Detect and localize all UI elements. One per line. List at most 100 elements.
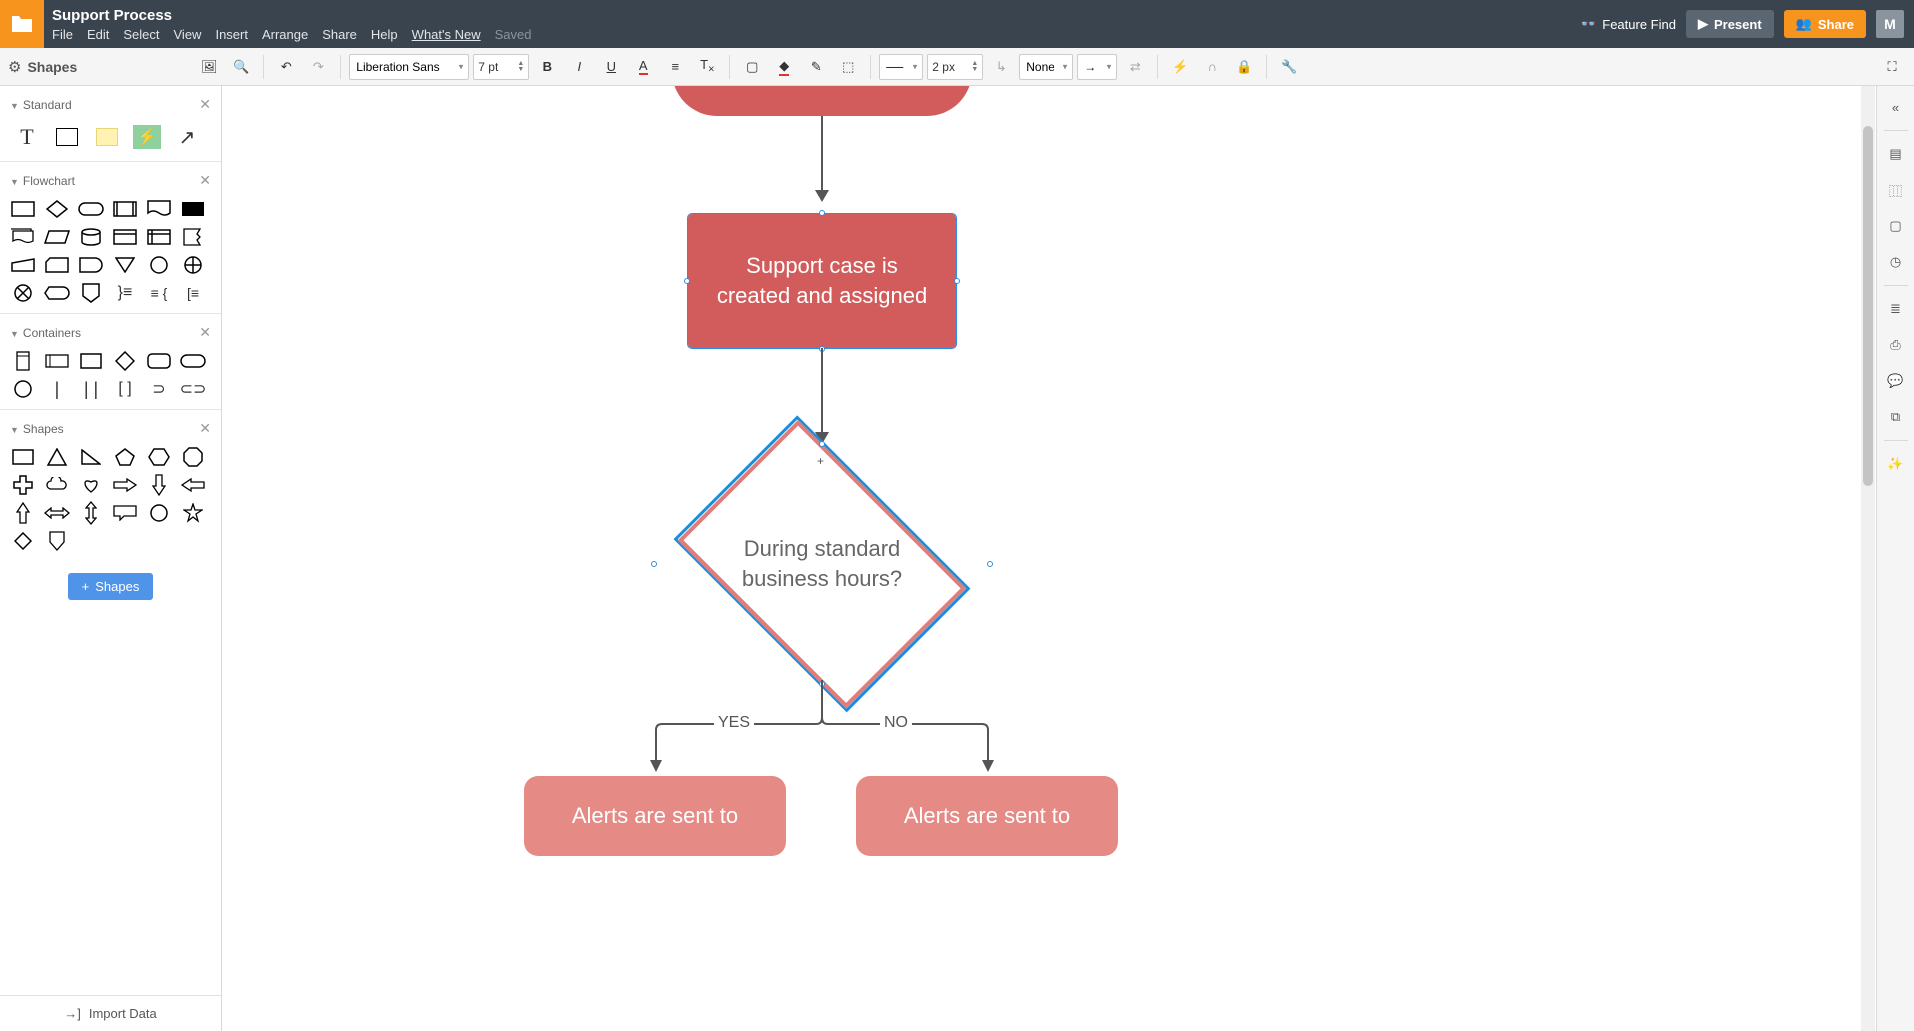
arrow-start-select[interactable]: None [1019,54,1073,80]
fc-merge[interactable] [112,255,138,275]
underline-button[interactable]: U [597,53,625,81]
menu-help[interactable]: Help [371,27,398,42]
fc-connector[interactable] [146,255,172,275]
magnet-button[interactable]: ∩ [1198,53,1226,81]
shape-text[interactable]: T [10,123,44,151]
app-logo[interactable] [0,0,44,48]
cn-square-bracket[interactable]: [ ] [112,379,138,399]
dock-page-button[interactable]: ▤ [1881,137,1911,171]
fc-predefined[interactable] [112,199,138,219]
menu-insert[interactable]: Insert [215,27,248,42]
section-standard-header[interactable]: ▼Standard ✕ [10,92,211,117]
fc-sum[interactable] [10,283,36,303]
fc-display[interactable] [44,283,70,303]
fc-storage[interactable] [112,227,138,247]
dock-history-button[interactable]: ◷ [1881,245,1911,279]
sh-arrow-ud[interactable] [78,503,104,523]
fc-offpage[interactable] [78,283,104,303]
fc-seq-access[interactable] [180,227,206,247]
sh-pentagon[interactable] [112,447,138,467]
flowchart-process-alerts-yes[interactable]: Alerts are sent to [524,776,786,856]
cn-circle[interactable] [10,379,36,399]
bold-button[interactable]: B [533,53,561,81]
feature-find-button[interactable]: 👓 Feature Find [1580,16,1676,32]
vertical-scrollbar[interactable] [1861,86,1875,1031]
fc-delay[interactable] [78,255,104,275]
flowchart-arrow-2[interactable] [821,348,823,434]
toolbar-shapes-label[interactable]: Shapes [27,59,77,75]
line-route-button[interactable]: ↳ [987,53,1015,81]
scrollbar-thumb[interactable] [1863,126,1873,486]
sh-arrow-right[interactable] [112,475,138,495]
sh-cloud[interactable] [44,475,70,495]
cn-diamond[interactable] [112,351,138,371]
fc-or[interactable] [180,255,206,275]
lock-button[interactable]: 🔒 [1230,53,1258,81]
line-width-stepper[interactable]: 2 px▲▼ [927,54,983,80]
sh-arrow-down[interactable] [146,475,172,495]
sh-rect[interactable] [10,447,36,467]
fill-color-button[interactable]: ◆ [770,53,798,81]
cn-swimlane-h[interactable] [44,351,70,371]
gear-icon[interactable]: ⚙ [8,58,21,76]
line-color-button[interactable]: ✎ [802,53,830,81]
sh-shield[interactable] [44,531,70,551]
fc-document[interactable] [146,199,172,219]
line-style-select[interactable]: ── [879,54,923,80]
cn-rect[interactable] [78,351,104,371]
cn-rounded[interactable] [146,351,172,371]
fc-data-filled[interactable] [180,199,206,219]
document-title[interactable]: Support Process [52,7,1580,25]
swap-arrows-button[interactable]: ⇄ [1121,53,1149,81]
fc-database[interactable] [78,227,104,247]
dock-present-button[interactable]: ▢ [1881,209,1911,243]
cn-pill[interactable] [180,351,206,371]
dock-slides-button[interactable]: ⿲ [1881,173,1911,207]
cn-brace-pair[interactable]: ⊂⊃ [180,379,206,399]
sh-heart[interactable] [78,475,104,495]
fc-terminator[interactable] [78,199,104,219]
shape-hotspot[interactable]: ⚡ [130,123,164,151]
clear-format-button[interactable]: T× [693,53,721,81]
sh-diamond[interactable] [10,531,36,551]
sh-star[interactable] [180,503,206,523]
italic-button[interactable]: I [565,53,593,81]
menu-edit[interactable]: Edit [87,27,109,42]
menu-file[interactable]: File [52,27,73,42]
fc-decision[interactable] [44,199,70,219]
canvas[interactable]: customer Support case is created and ass… [222,86,1876,1031]
cn-bracket-pair[interactable]: | | [78,379,104,399]
dock-magic-button[interactable]: ✨ [1881,447,1911,481]
sh-cross[interactable] [10,475,36,495]
font-family-select[interactable]: Liberation Sans [349,54,469,80]
cn-swimlane-v[interactable] [10,351,36,371]
sh-triangle[interactable] [44,447,70,467]
menu-arrange[interactable]: Arrange [262,27,308,42]
shape-arrow[interactable]: ↗ [170,123,204,151]
flowchart-arrow-1[interactable] [821,116,823,192]
font-size-stepper[interactable]: 7 pt▲▼ [473,54,529,80]
dock-master-button[interactable]: ⧉ [1881,400,1911,434]
sh-arrow-up[interactable] [10,503,36,523]
sh-arrow-lr[interactable] [44,503,70,523]
fc-annotation[interactable]: [≡ [180,283,206,303]
sh-arrow-left[interactable] [180,475,206,495]
section-shapes-header[interactable]: ▼Shapes ✕ [10,416,211,441]
flowchart-branch-connector[interactable] [622,680,1022,780]
sh-hexagon[interactable] [146,447,172,467]
dock-layers-button[interactable]: ≣ [1881,292,1911,326]
border-color-button[interactable]: ▢ [738,53,766,81]
menu-view[interactable]: View [174,27,202,42]
share-button[interactable]: 👥 Share [1784,10,1866,38]
dock-data-button[interactable]: ⎙ [1881,328,1911,362]
add-shapes-button[interactable]: + Shapes [68,573,154,600]
user-avatar[interactable]: M [1876,10,1904,38]
sh-callout[interactable] [112,503,138,523]
collapse-dock-button[interactable]: « [1881,90,1911,124]
flowchart-terminator-top[interactable]: customer [672,86,972,116]
arrow-end-select[interactable]: → [1077,54,1117,80]
align-button[interactable]: ≡ [661,53,689,81]
fc-card[interactable] [44,255,70,275]
insert-image-button[interactable]: 🖼 [195,53,223,81]
shape-rectangle[interactable] [50,123,84,151]
